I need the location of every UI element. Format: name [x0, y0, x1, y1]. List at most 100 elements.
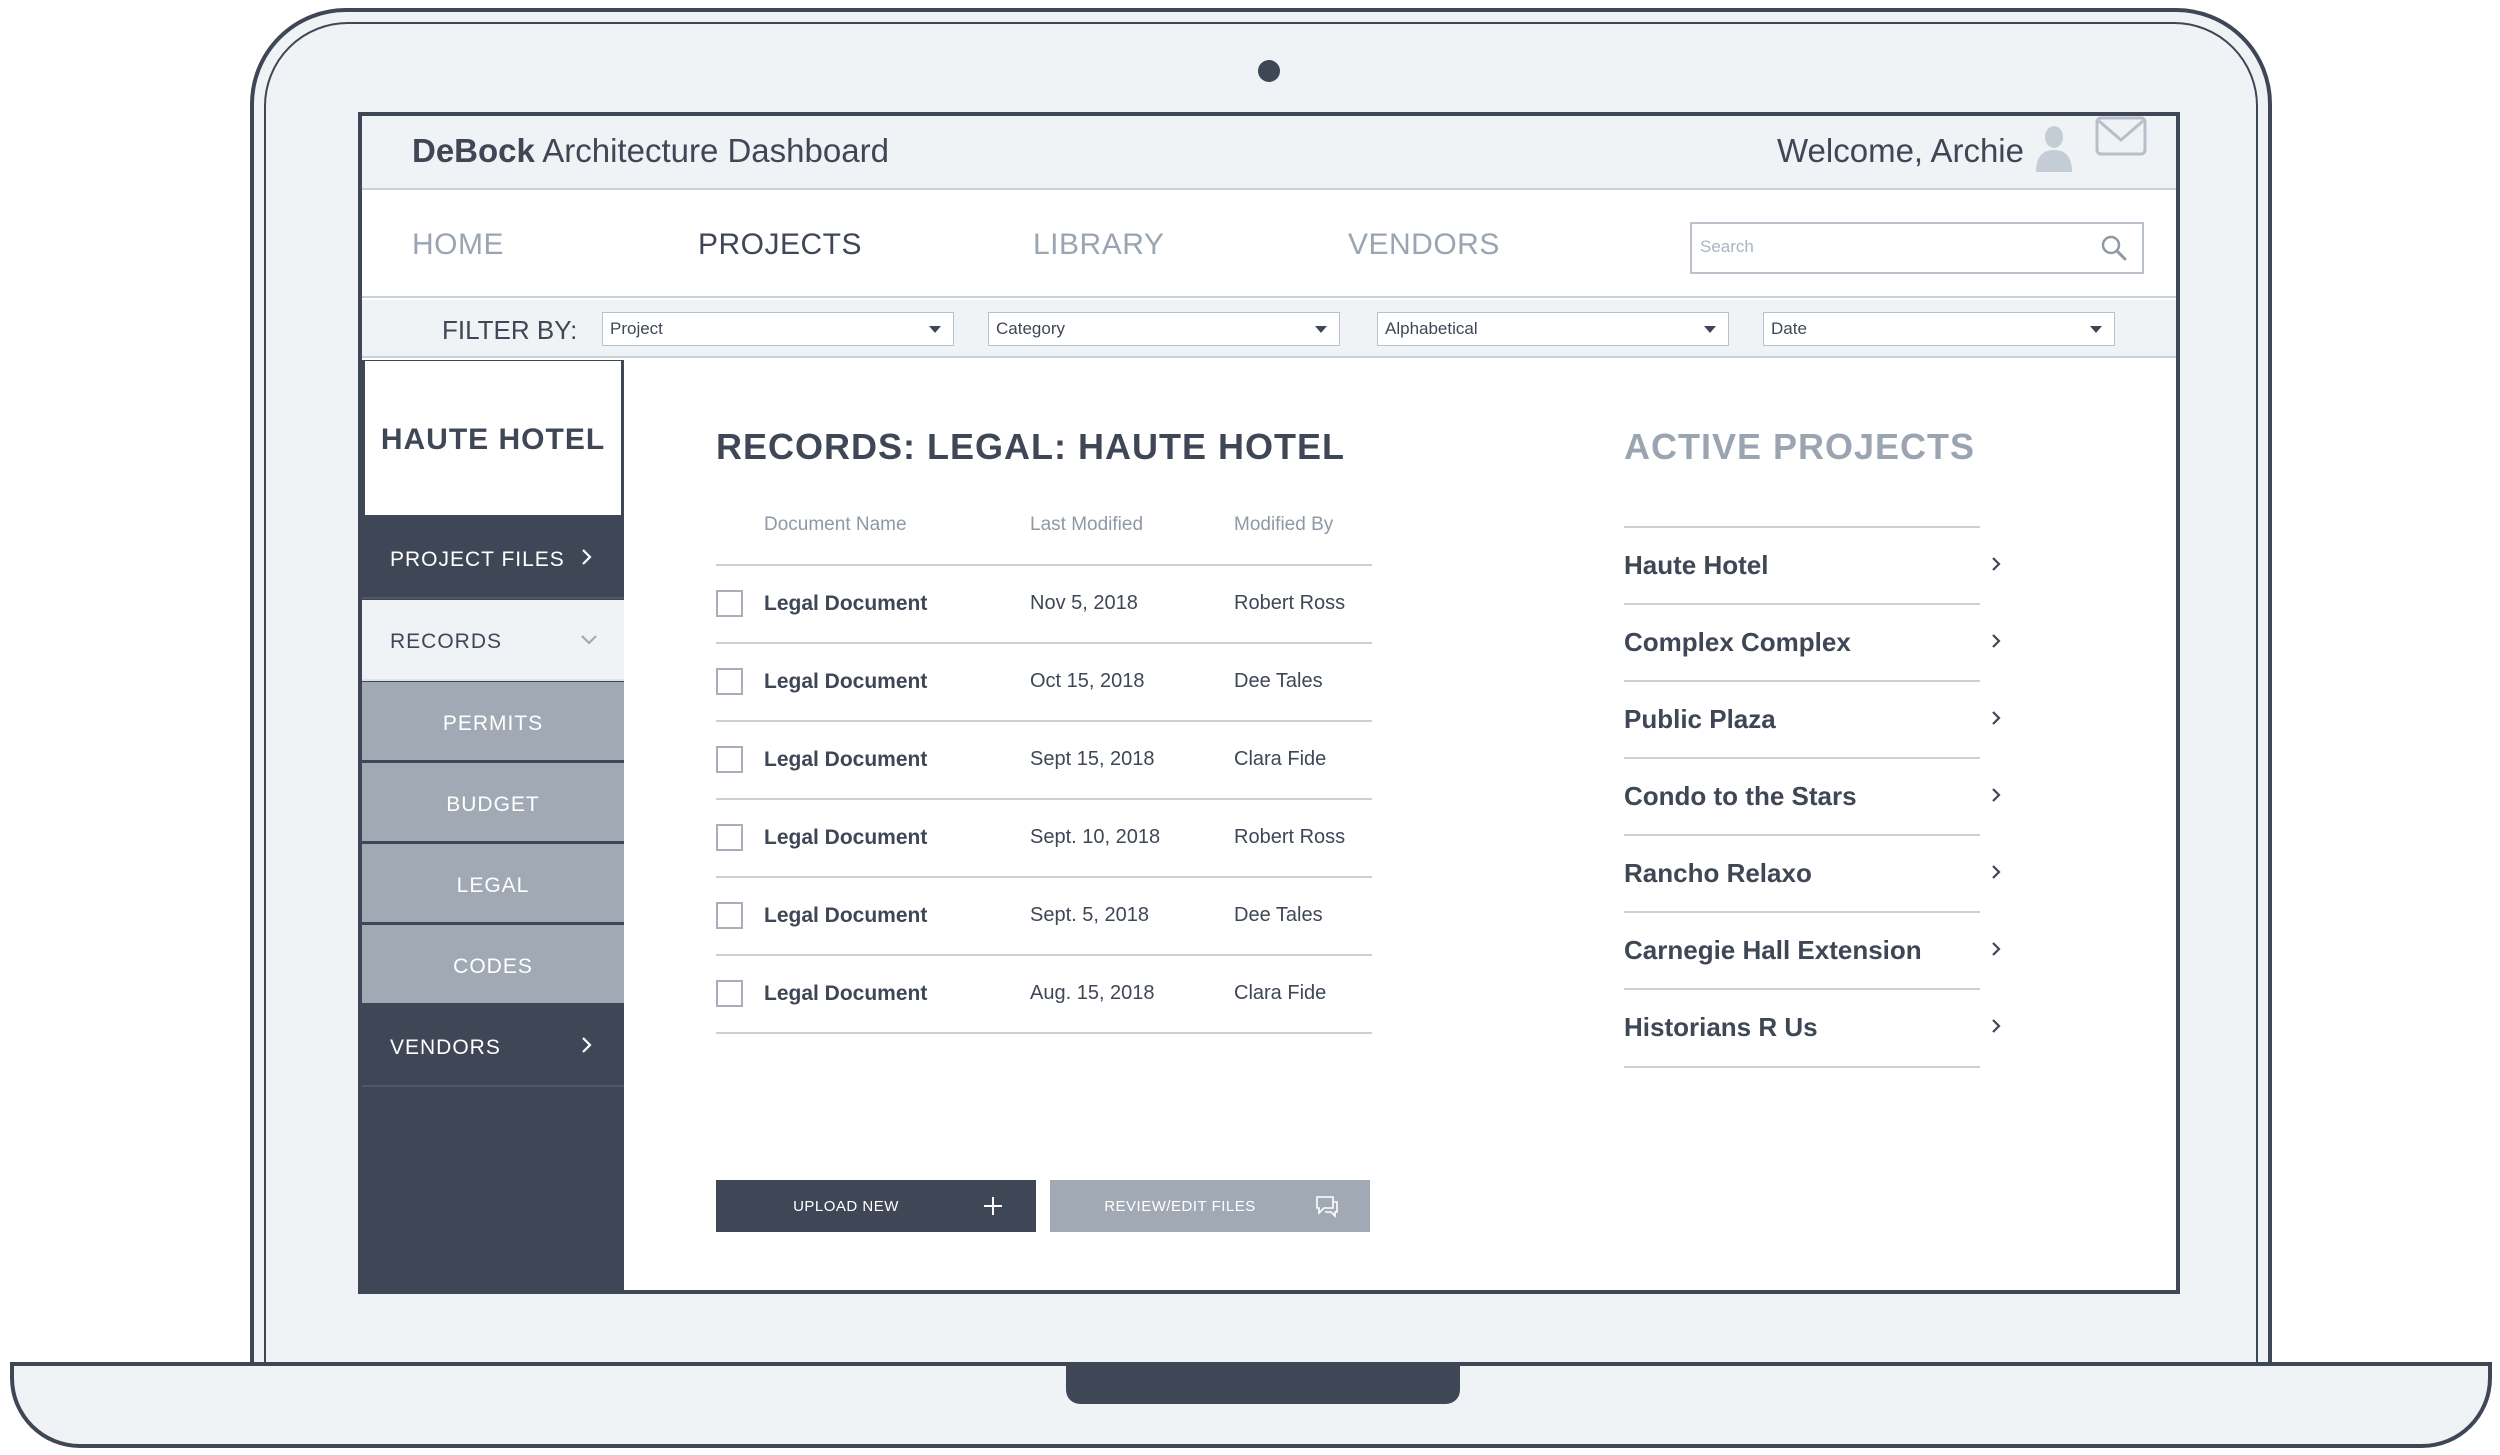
- search-box: [1690, 222, 2144, 274]
- caret-down-icon: [2090, 326, 2102, 333]
- active-project-item[interactable]: Historians R Us: [1624, 990, 2004, 1066]
- last-modified: Nov 5, 2018: [1030, 592, 1138, 614]
- active-project-item[interactable]: Carnegie Hall Extension: [1624, 913, 2004, 989]
- sidebar-item-codes[interactable]: CODES: [362, 925, 624, 1006]
- active-project-name: Rancho Relaxo: [1624, 858, 1812, 888]
- app-window: DeBock Architecture Dashboard Welcome, A…: [358, 112, 2180, 1294]
- sidebar: HAUTE HOTEL PROJECT FILES RECORDS PERMIT…: [362, 360, 624, 1290]
- filter-project-value: Project: [610, 319, 663, 338]
- active-project-item[interactable]: Condo to the Stars: [1624, 759, 2004, 835]
- caret-down-icon: [1704, 326, 1716, 333]
- sidebar-item-budget[interactable]: BUDGET: [362, 763, 624, 844]
- upload-new-button[interactable]: UPLOAD NEW: [716, 1180, 1036, 1232]
- top-bar: DeBock Architecture Dashboard Welcome, A…: [362, 116, 2176, 190]
- nav-library[interactable]: LIBRARY: [1033, 228, 1164, 262]
- table-row[interactable]: Legal Document Aug. 15, 2018 Clara Fide: [716, 956, 1372, 1032]
- row-checkbox[interactable]: [716, 902, 743, 929]
- filter-category-select[interactable]: Category: [988, 312, 1340, 346]
- sidebar-item-label: PROJECT FILES: [390, 548, 565, 571]
- review-edit-files-label: REVIEW/EDIT FILES: [1104, 1198, 1256, 1215]
- nav-projects[interactable]: PROJECTS: [698, 228, 862, 262]
- chevron-right-icon: [582, 549, 592, 565]
- table-divider: [716, 1032, 1372, 1034]
- document-name[interactable]: Legal Document: [764, 670, 927, 694]
- nav-vendors[interactable]: VENDORS: [1348, 228, 1500, 262]
- active-projects-title: ACTIVE PROJECTS: [1624, 426, 1976, 467]
- row-checkbox[interactable]: [716, 746, 743, 773]
- list-divider: [1624, 1066, 1980, 1068]
- modified-by: Robert Ross: [1234, 592, 1346, 614]
- table-row[interactable]: Legal Document Sept 15, 2018 Clara Fide: [716, 722, 1372, 798]
- plus-icon: [984, 1197, 1002, 1215]
- active-project-name: Public Plaza: [1624, 704, 1776, 734]
- column-header-modified-by[interactable]: Modified By: [1234, 514, 1333, 536]
- column-header-document-name[interactable]: Document Name: [764, 514, 907, 536]
- row-checkbox[interactable]: [716, 824, 743, 851]
- filter-bar: FILTER BY: Project Category Alphabetical…: [362, 300, 2176, 358]
- last-modified: Sept. 5, 2018: [1030, 904, 1149, 926]
- sidebar-item-vendors[interactable]: VENDORS: [362, 1006, 624, 1087]
- filter-label: FILTER BY:: [442, 315, 578, 345]
- modified-by: Clara Fide: [1234, 982, 1327, 1004]
- upload-new-label: UPLOAD NEW: [793, 1198, 899, 1215]
- sidebar-item-label: VENDORS: [390, 1036, 501, 1059]
- table-row[interactable]: Legal Document Oct 15, 2018 Dee Tales: [716, 644, 1372, 720]
- active-project-item[interactable]: Haute Hotel: [1624, 528, 2004, 604]
- brand-subtitle: Architecture Dashboard: [534, 132, 889, 169]
- modified-by: Dee Tales: [1234, 670, 1323, 692]
- chevron-down-icon: [581, 635, 597, 645]
- search-icon[interactable]: [2100, 234, 2128, 262]
- filter-sort-select[interactable]: Alphabetical: [1377, 312, 1729, 346]
- document-name[interactable]: Legal Document: [764, 592, 927, 616]
- chevron-right-icon: [1992, 711, 2001, 725]
- filter-project-select[interactable]: Project: [602, 312, 954, 346]
- project-title: HAUTE HOTEL: [362, 360, 624, 518]
- filter-date-value: Date: [1771, 319, 1807, 338]
- sidebar-item-label: CODES: [453, 955, 533, 978]
- caret-down-icon: [1315, 326, 1327, 333]
- user-icon[interactable]: [2034, 124, 2074, 172]
- table-row[interactable]: Legal Document Sept. 5, 2018 Dee Tales: [716, 878, 1372, 954]
- sidebar-item-records[interactable]: RECORDS: [362, 600, 624, 681]
- table-row[interactable]: Legal Document Sept. 10, 2018 Robert Ros…: [716, 800, 1372, 876]
- app-title: DeBock Architecture Dashboard: [412, 132, 889, 170]
- active-project-item[interactable]: Public Plaza: [1624, 682, 2004, 758]
- sidebar-item-label: PERMITS: [442, 712, 544, 735]
- active-project-name: Carnegie Hall Extension: [1624, 935, 1922, 965]
- row-checkbox[interactable]: [716, 668, 743, 695]
- last-modified: Oct 15, 2018: [1030, 670, 1145, 692]
- row-checkbox[interactable]: [716, 590, 743, 617]
- sidebar-item-project-files[interactable]: PROJECT FILES: [362, 518, 624, 599]
- document-name[interactable]: Legal Document: [764, 982, 927, 1006]
- review-edit-files-button[interactable]: REVIEW/EDIT FILES: [1050, 1180, 1370, 1232]
- chevron-right-icon: [1992, 1019, 2001, 1033]
- active-project-name: Haute Hotel: [1624, 550, 1769, 580]
- sidebar-item-label: RECORDS: [390, 630, 503, 653]
- records-title: RECORDS: LEGAL: HAUTE HOTEL: [716, 426, 1345, 467]
- modified-by: Clara Fide: [1234, 748, 1327, 770]
- document-name[interactable]: Legal Document: [764, 904, 927, 928]
- main-nav: HOME PROJECTS LIBRARY VENDORS: [362, 192, 2176, 298]
- brand-name: DeBock: [412, 132, 535, 169]
- search-input[interactable]: [1700, 224, 2090, 270]
- active-project-name: Complex Complex: [1624, 627, 1851, 657]
- welcome-text: Welcome, Archie: [1777, 132, 2024, 169]
- last-modified: Sept 15, 2018: [1030, 748, 1155, 770]
- row-checkbox[interactable]: [716, 980, 743, 1007]
- comment-icon: [1316, 1196, 1338, 1218]
- table-row[interactable]: Legal Document Nov 5, 2018 Robert Ross: [716, 566, 1372, 642]
- chevron-right-icon: [582, 1037, 592, 1053]
- document-name[interactable]: Legal Document: [764, 826, 927, 850]
- sidebar-item-permits[interactable]: PERMITS: [362, 682, 624, 763]
- sidebar-item-legal[interactable]: LEGAL: [362, 844, 624, 925]
- active-project-item[interactable]: Complex Complex: [1624, 605, 2004, 681]
- mail-icon[interactable]: [2095, 116, 2147, 158]
- chevron-right-icon: [1992, 634, 2001, 648]
- last-modified: Aug. 15, 2018: [1030, 982, 1155, 1004]
- active-project-item[interactable]: Rancho Relaxo: [1624, 836, 2004, 912]
- document-name[interactable]: Legal Document: [764, 748, 927, 772]
- filter-category-value: Category: [996, 319, 1065, 338]
- nav-home[interactable]: HOME: [412, 228, 504, 262]
- column-header-last-modified[interactable]: Last Modified: [1030, 514, 1143, 536]
- filter-date-select[interactable]: Date: [1763, 312, 2115, 346]
